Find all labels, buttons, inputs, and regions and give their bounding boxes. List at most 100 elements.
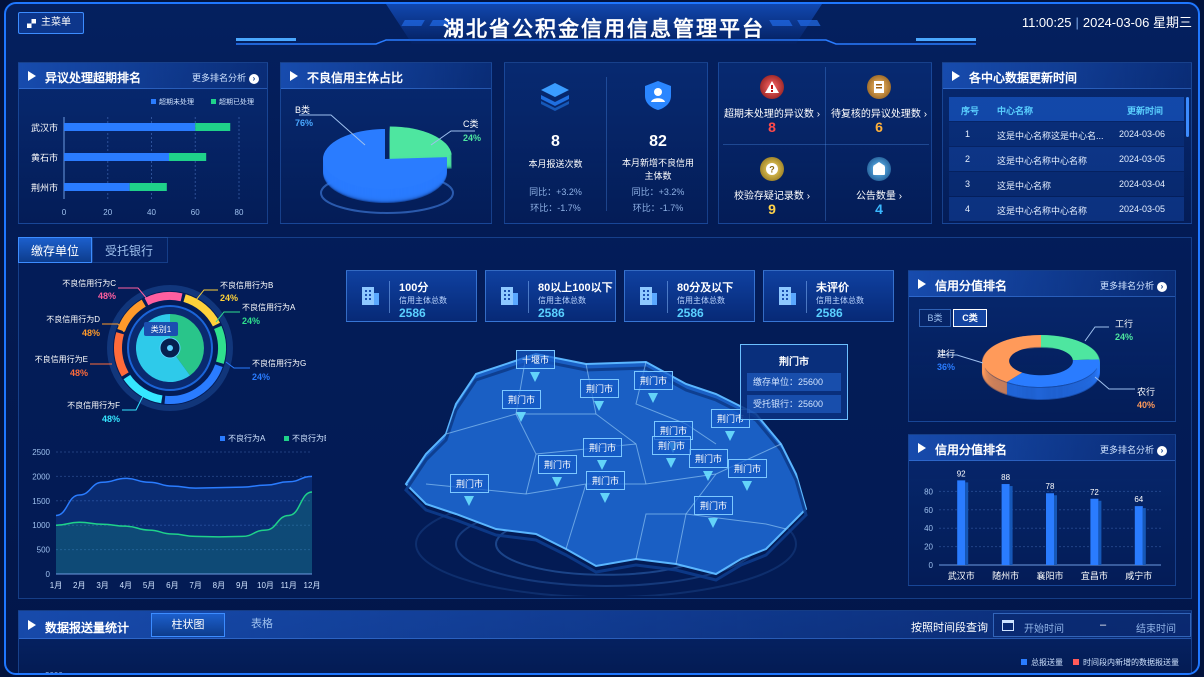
alert-suspicious-records[interactable]: ? 校验存疑记录数 › 9 (719, 145, 825, 225)
map-city-label[interactable]: 荆门市 (652, 436, 692, 455)
x-tick-label: 7月 (189, 581, 201, 590)
datetime: 11:00:25 | 2024-03-06 星期三 (1021, 15, 1192, 30)
send-stat-new-bad: 82 本月新增不良信用主体数 同比：+3.2% 环比：-1.7% (607, 63, 709, 225)
x-tick-label: 10月 (257, 581, 274, 590)
tab-trust-bank[interactable]: 受托银行 (92, 237, 168, 263)
bar-side (1142, 508, 1146, 565)
y-axis-top-label: 3000 (45, 671, 63, 673)
svg-text:?: ? (769, 165, 775, 175)
table-row[interactable]: 1 这是中心名称这是中心名... 2024-03-06 (949, 122, 1184, 146)
panel-title: 各中心数据更新时间 (969, 71, 1078, 85)
layers-icon (541, 83, 569, 111)
legend-total: 总报送量 (1021, 657, 1063, 668)
main-menu-button[interactable]: 主菜单 (18, 12, 84, 34)
y-tick-label: 40 (924, 524, 933, 533)
alert-value: 9 (768, 201, 776, 217)
calendar-icon (1002, 620, 1014, 631)
bar (1001, 484, 1010, 565)
current-time: 11:00:25 (1021, 15, 1072, 30)
stat-box[interactable]: 未评价 信用主体总数 2586 (763, 270, 894, 322)
x-tick-label: 0 (62, 208, 67, 217)
x-tick-label: 武汉市 (948, 570, 975, 581)
stat-value: 2586 (538, 306, 565, 320)
more-analysis-link[interactable]: 更多排名分析 › (192, 71, 259, 84)
play-arrow-icon (918, 443, 926, 453)
panel-data-volume: 数据报送量统计 柱状图 表格 按照时间段查询 开始时间 – 结束时间 总报送量 … (18, 610, 1192, 673)
dashboard-frame: 主菜单 湖北省公积金信用信息管理平台 11:00:25 | 2024-03-06 星… (4, 2, 1200, 675)
map-city-label[interactable]: 十堰市 (516, 350, 556, 369)
slice-label: C类 (463, 118, 479, 129)
x-tick-label: 60 (191, 208, 200, 217)
chevron-right-icon: › (249, 74, 259, 84)
table-scrollbar[interactable] (1186, 97, 1189, 137)
map-city-label[interactable]: 荆门市 (450, 474, 490, 493)
panel-title: 信用分值排名 (935, 279, 1008, 293)
alert-label: 校验存疑记录数 › (733, 191, 811, 202)
bar (1134, 506, 1143, 565)
stat-title: 80分及以下 (677, 282, 734, 294)
x-tick-label: 12月 (304, 581, 321, 590)
panel-title: 数据报送量统计 (45, 621, 130, 635)
map-city-label[interactable]: 荆门市 (580, 379, 620, 398)
map-pin-icon (708, 518, 718, 528)
x-tick-label: 咸宁市 (1125, 570, 1152, 581)
legend-label: 不良行为B (292, 433, 326, 443)
slice-value: 36% (937, 362, 955, 372)
y-tick-label: 60 (924, 506, 933, 515)
stat-box[interactable]: 80以上100以下 信用主体总数 2586 (485, 270, 616, 322)
map-city-label[interactable]: 荆门市 (583, 438, 623, 457)
more-analysis-link[interactable]: 更多排名分析 › (1100, 443, 1167, 456)
map-city-label[interactable]: 荆门市 (634, 371, 674, 390)
alert-notice-count[interactable]: 公告数量 › 4 (826, 145, 932, 225)
grid-icon (27, 19, 36, 28)
alert-pending-review[interactable]: 待复核的异议处理数 › 6 (826, 63, 932, 143)
bar-value-label: 88 (1001, 473, 1010, 482)
table-row[interactable]: 4 这是中心名称中心名称 2024-03-05 (949, 197, 1184, 221)
map-pin-icon (594, 401, 604, 411)
bar-value-label: 72 (1090, 488, 1099, 497)
y-tick-label: 2500 (32, 448, 50, 457)
slice-label: 建行 (937, 348, 955, 359)
category-label: 荆州市 (31, 182, 58, 193)
map-city-label[interactable]: 荆门市 (502, 390, 542, 409)
more-analysis-link[interactable]: 更多排名分析 › (1100, 279, 1167, 292)
tab-deposit-unit[interactable]: 缴存单位 (18, 237, 92, 263)
table-row[interactable]: 2 这是中心名称中心名称 2024-03-05 (949, 147, 1184, 171)
slice-value: 24% (463, 133, 481, 143)
slice-value: 48% (102, 414, 120, 424)
alert-overdue-dispute[interactable]: 超期未处理的异议数 › 8 (719, 63, 825, 143)
bar (1046, 493, 1054, 565)
x-tick-label: 8月 (213, 581, 225, 590)
chevron-right-icon: › (1157, 282, 1167, 292)
send-count-yoy: 同比：+3.2% (529, 187, 582, 197)
slice-label: 不良信用行为A (242, 302, 296, 312)
map-city-label[interactable]: 荆门市 (728, 459, 768, 478)
map-city-label[interactable]: 荆门市 (538, 455, 578, 474)
map-city-label[interactable]: 荆门市 (694, 496, 734, 515)
tab-bar-chart[interactable]: 柱状图 (151, 613, 225, 637)
map-tooltip: 荆门市 缴存单位：25600 受托银行：25600 (740, 344, 848, 420)
x-tick-label: 3月 (96, 581, 108, 590)
panel-title: 异议处理超期排名 (45, 71, 142, 85)
y-tick-label: 1000 (32, 521, 50, 530)
stat-box[interactable]: 80分及以下 信用主体总数 2586 (624, 270, 755, 322)
slice-label: B类 (295, 104, 310, 115)
legend-swatch (151, 99, 156, 104)
alert-value: 6 (875, 119, 883, 135)
tab-table[interactable]: 表格 (225, 613, 299, 637)
map-city-label[interactable]: 荆门市 (586, 471, 626, 490)
y-tick-label: 500 (37, 546, 51, 555)
x-tick-label: 5月 (143, 581, 155, 590)
end-date-input[interactable]: 结束时间 (1136, 620, 1176, 635)
y-tick-label: 0 (929, 561, 934, 570)
question-icon: ? (760, 157, 784, 181)
current-date: 2024-03-06 (1082, 15, 1150, 30)
legend-label: 超期未处理 (159, 97, 194, 106)
start-date-input[interactable]: 开始时间 (1024, 620, 1064, 635)
table-row[interactable]: 3 这是中心名称 2024-03-04 (949, 172, 1184, 196)
date-range-picker[interactable]: 开始时间 – 结束时间 (993, 613, 1191, 637)
map-city-label[interactable]: 荆门市 (689, 449, 729, 468)
building-icon (640, 287, 657, 305)
stat-box[interactable]: 100分 信用主体总数 2586 (346, 270, 477, 322)
slice-value: 24% (242, 316, 260, 326)
